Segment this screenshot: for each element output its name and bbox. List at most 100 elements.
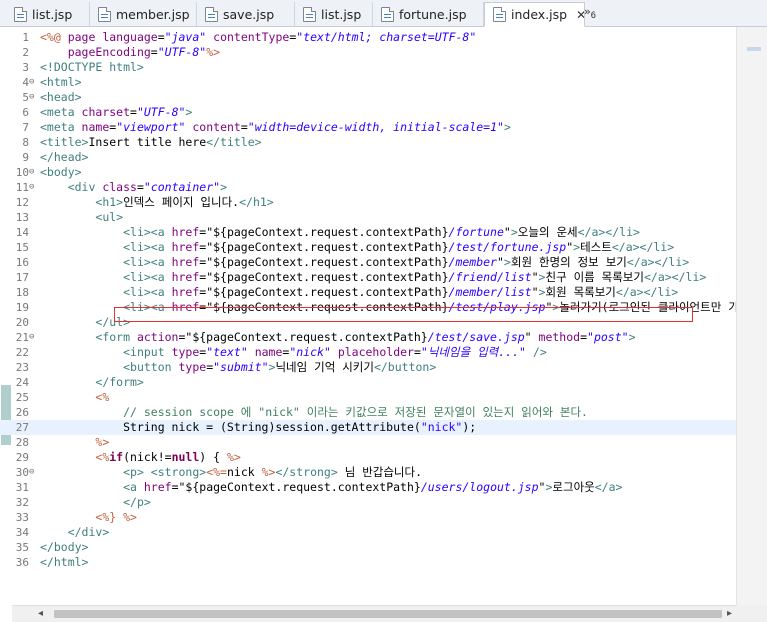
code-line[interactable]: 2 pageEncoding="UTF-8"%>: [0, 45, 736, 60]
code-line[interactable]: 35 </body>: [0, 540, 736, 555]
code-token: <li><a: [123, 225, 172, 239]
tab-save-jsp[interactable]: save.jsp: [197, 2, 295, 26]
fold-toggle-icon[interactable]: ⊖: [29, 165, 38, 180]
code-line[interactable]: 4 ⊖ <html>: [0, 75, 736, 90]
code-line[interactable]: 7 <meta name="viewport" content="width=de…: [0, 120, 736, 135]
code-token: </div>: [67, 525, 110, 539]
code-text: <body>: [40, 165, 736, 180]
code-line[interactable]: 23 <button type="submit">닉네임 기억 시키기</but…: [0, 360, 736, 375]
code-line[interactable]: 10 ⊖ <body>: [0, 165, 736, 180]
code-token: /fortune: [448, 225, 504, 239]
fold-toggle-icon[interactable]: ⊖: [29, 90, 38, 105]
code-line[interactable]: 29 <%if(nick!=null) { %>: [0, 450, 736, 465]
code-line[interactable]: 25 <%: [0, 390, 736, 405]
code-text: <h1>인덱스 페이지 입니다.</h1>: [40, 195, 736, 210]
code-line[interactable]: 24 </form>: [0, 375, 736, 390]
line-number: 22: [15, 346, 29, 359]
code-line[interactable]: 21 ⊖ <form action="${pageContext.request.…: [0, 330, 736, 345]
scroll-left-icon[interactable]: ◂: [38, 608, 43, 619]
code-line[interactable]: 5 ⊖ <head>: [0, 90, 736, 105]
code-line[interactable]: 36 </html>: [0, 555, 736, 570]
code-token: <%: [95, 450, 110, 464]
tab-label: list.jsp: [32, 6, 73, 22]
code-token: <body>: [40, 165, 82, 179]
code-text: <%: [40, 390, 736, 405]
tab-index-jsp[interactable]: index.jsp✕: [484, 2, 585, 27]
code-token: <button: [123, 360, 179, 374]
scroll-right-icon[interactable]: ▸: [727, 608, 732, 619]
fold-toggle-icon[interactable]: ⊖: [29, 330, 38, 345]
code-editor[interactable]: 1 <%@ page language="java" contentType="t…: [0, 27, 767, 622]
code-text: <li><a href="${pageContext.request.conte…: [40, 270, 736, 285]
code-line[interactable]: 6 <meta charset="UTF-8">: [0, 105, 736, 120]
code-line[interactable]: 31 <a href="${pageContext.request.contex…: [0, 480, 736, 495]
vertical-scrollbar[interactable]: [736, 27, 767, 605]
code-token: ": [496, 255, 504, 269]
code-token: "text": [206, 345, 248, 359]
code-token: ="${pageContext.request.contextPath}: [199, 240, 449, 254]
code-text: </form>: [40, 375, 736, 390]
line-number: 12: [15, 196, 29, 209]
line-number: 3: [22, 61, 29, 74]
code-token: "post": [587, 330, 629, 344]
code-line[interactable]: 8 <title>Insert title here</title>: [0, 135, 736, 150]
code-line[interactable]: 32 </p>: [0, 495, 736, 510]
code-token: 로그아웃: [552, 480, 595, 494]
fold-toggle-icon[interactable]: ⊖: [29, 180, 38, 195]
tab-fortune-jsp[interactable]: fortune.jsp: [373, 2, 484, 26]
code-token: >: [503, 255, 511, 269]
code-line[interactable]: 15 <li><a href="${pageContext.request.co…: [0, 240, 736, 255]
code-line[interactable]: 28 %>: [0, 435, 736, 450]
code-line[interactable]: 11 ⊖ <div class="container">: [0, 180, 736, 195]
code-line[interactable]: 30 ⊖ <p> <strong><%=nick %></strong> 님 반갑…: [0, 465, 736, 480]
code-text: <form action="${pageContext.request.cont…: [40, 330, 736, 345]
code-token: /friend/list: [448, 270, 532, 284]
code-line[interactable]: 1 <%@ page language="java" contentType="t…: [0, 30, 736, 45]
line-number: 33: [15, 511, 29, 524]
code-token: 닉네임 기억 시키기: [275, 360, 374, 374]
code-line[interactable]: 33 <%} %>: [0, 510, 736, 525]
code-line[interactable]: 17 <li><a href="${pageContext.request.co…: [0, 270, 736, 285]
fold-toggle-icon[interactable]: ⊖: [29, 75, 38, 90]
line-number: 16: [15, 256, 29, 269]
code-text: <li><a href="${pageContext.request.conte…: [40, 285, 736, 300]
code-token: action: [136, 330, 179, 344]
code-token: Insert title here: [88, 135, 207, 149]
line-number: 19: [15, 301, 29, 314]
code-line[interactable]: 3 <!DOCTYPE html>: [0, 60, 736, 75]
line-number: 31: [15, 481, 29, 494]
tab-overflow-button[interactable]: »6: [584, 5, 596, 21]
code-token: =: [130, 105, 137, 119]
code-line[interactable]: 34 </div>: [0, 525, 736, 540]
code-text: <%if(nick!=null) { %>: [40, 450, 736, 465]
code-line[interactable]: 26 // session scope 에 "nick" 이라는 키값으로 저장…: [0, 405, 736, 420]
code-token: ="${pageContext.request.contextPath}: [199, 285, 449, 299]
code-token: </h1>: [239, 195, 274, 209]
fold-toggle-icon[interactable]: ⊖: [29, 465, 38, 480]
code-line[interactable]: 9 </head>: [0, 150, 736, 165]
code-line[interactable]: 13 <ul>: [0, 210, 736, 225]
code-line[interactable]: 22 <input type="text" name="nick" placeh…: [0, 345, 736, 360]
code-line[interactable]: 16 <li><a href="${pageContext.request.co…: [0, 255, 736, 270]
horizontal-scrollbar[interactable]: ◂ ▸: [12, 605, 736, 622]
code-token: 회원 한명의 정보 보기: [510, 255, 627, 269]
scroll-thumb[interactable]: [54, 610, 722, 618]
code-text: <meta charset="UTF-8">: [40, 105, 736, 120]
code-line[interactable]: 18 <li><a href="${pageContext.request.co…: [0, 285, 736, 300]
code-line[interactable]: 12 <h1>인덱스 페이지 입니다.</h1>: [0, 195, 736, 210]
tab-list-jsp-2[interactable]: list.jsp: [295, 2, 373, 26]
code-token: ": [531, 270, 539, 284]
tab-list-jsp[interactable]: list.jsp: [6, 2, 90, 26]
code-token: </head>: [40, 150, 89, 164]
code-line[interactable]: 27 String nick = (String)session.getAttr…: [0, 420, 736, 435]
tab-member-jsp[interactable]: member.jsp: [90, 2, 197, 26]
code-token: method: [538, 330, 581, 344]
code-line[interactable]: 14 <li><a href="${pageContext.request.co…: [0, 225, 736, 240]
